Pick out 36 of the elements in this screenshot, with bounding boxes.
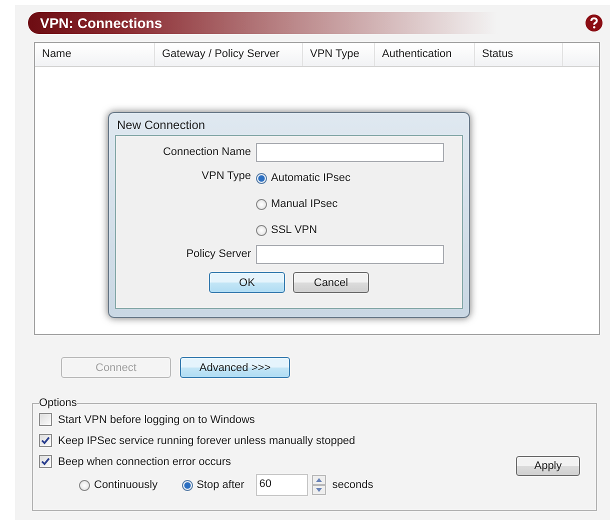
ok-button[interactable]: OK — [209, 272, 285, 293]
column-header[interactable]: Authentication — [375, 43, 475, 66]
spin-buttons[interactable] — [312, 475, 326, 495]
radio-button[interactable] — [182, 480, 193, 490]
stop-after-field[interactable]: 60 — [256, 474, 308, 496]
radio-button[interactable] — [256, 224, 267, 236]
dialog-title: New Connection — [116, 117, 206, 134]
radio-label: Automatic IPsec — [271, 172, 350, 184]
advanced-button[interactable]: Advanced >>> — [180, 357, 290, 378]
checkbox[interactable] — [39, 455, 52, 468]
apply-button[interactable]: Apply — [516, 456, 580, 476]
unit-label: seconds — [332, 479, 374, 491]
radio-label: Continuously — [94, 479, 158, 491]
radio-label: Stop after — [196, 479, 244, 491]
field-label: Connection Name — [162, 145, 252, 160]
cancel-button[interactable]: Cancel — [293, 272, 369, 293]
column-header[interactable]: VPN Type — [303, 43, 375, 66]
policy-server-field[interactable] — [256, 244, 444, 264]
column-header[interactable]: Status — [475, 43, 563, 66]
column-header[interactable]: Gateway / Policy Server — [155, 43, 303, 66]
group-label: Options — [39, 397, 77, 409]
radio-label: Manual IPsec — [271, 198, 338, 210]
field-label: VPN Type — [200, 169, 252, 184]
checkbox-label: Keep IPSec service running forever unless manually stopped — [58, 434, 356, 446]
help-icon[interactable] — [585, 14, 603, 32]
radio-label: SSL VPN — [271, 224, 318, 236]
checkbox[interactable] — [39, 434, 52, 447]
radio-button[interactable] — [256, 198, 267, 210]
checkbox-label: Beep when connection error occurs — [58, 456, 232, 468]
radio-button[interactable] — [256, 172, 267, 184]
column-header[interactable]: Name — [35, 43, 155, 66]
connection-name-field[interactable] — [256, 142, 444, 162]
field-label: Policy Server — [185, 247, 252, 262]
checkbox[interactable] — [39, 413, 52, 426]
checkbox-label: Start VPN before logging on to Windows — [58, 414, 255, 426]
radio-button[interactable] — [79, 480, 90, 490]
